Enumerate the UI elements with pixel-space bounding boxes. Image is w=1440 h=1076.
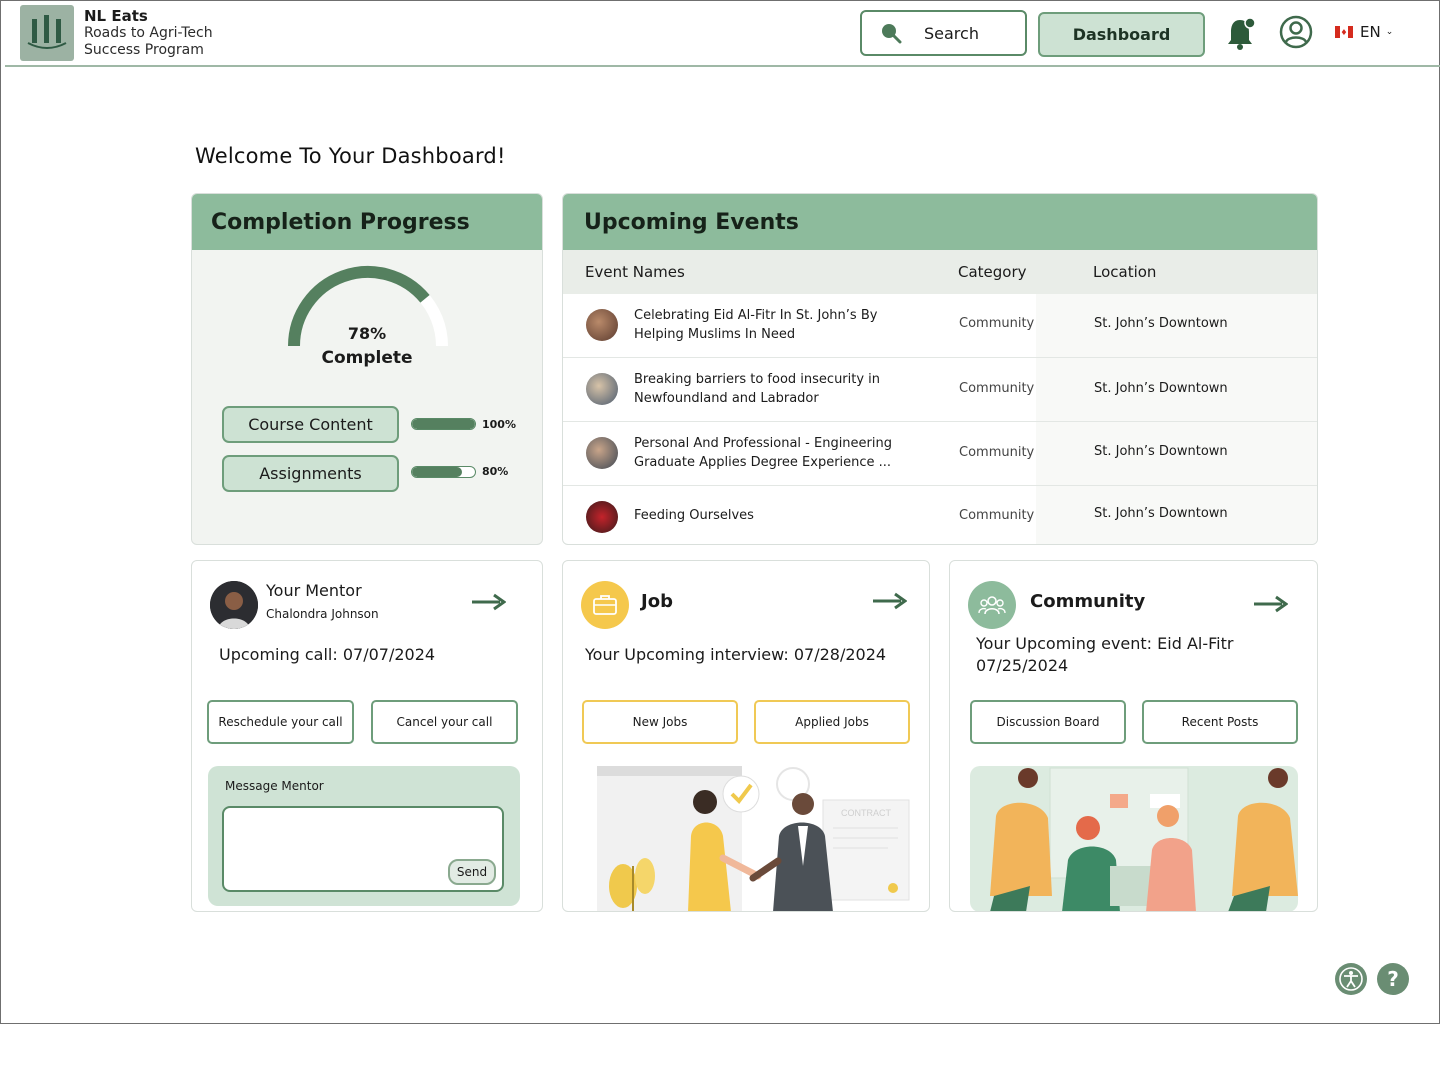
event-name: Celebrating Eid Al-Fitr In St. John’s By… [634,308,878,342]
contract-text: CONTRACT [841,808,891,818]
briefcase-icon [581,581,629,629]
overall-percent: 78% [347,324,387,343]
top-header: NL Eats Roads to Agri-Tech Success Progr… [5,1,1440,67]
reschedule-call-button[interactable]: Reschedule your call [207,700,354,744]
event-name: Feeding Ourselves [634,508,754,523]
app-frame: NL Eats Roads to Agri-Tech Success Progr… [0,0,1440,1024]
user-icon[interactable] [1279,15,1313,49]
events-table-header: Event Names Category Location [563,250,1317,294]
mentor-title: Your Mentor [266,581,362,600]
event-name: Personal And Professional - Engineering … [634,436,892,470]
chevron-down-icon: ⌄ [1385,27,1394,37]
event-location: St. John’s Downtown [1094,444,1228,459]
community-title: Community [1030,591,1146,612]
search-icon [882,24,902,44]
table-row[interactable]: Celebrating Eid Al-Fitr In St. John’s By… [563,294,1317,358]
page-title: Welcome To Your Dashboard! [195,144,506,168]
dashboard-button[interactable]: Dashboard [1038,12,1205,57]
event-thumbnail [586,437,618,469]
search-button[interactable]: Search [860,10,1027,56]
column-location: Location [1093,263,1157,281]
mentor-name: Chalondra Johnson [266,607,379,621]
language-label: EN [1360,23,1381,41]
community-card: Community Your Upcoming event: Eid Al-Fi… [949,560,1318,912]
table-row[interactable]: Feeding Ourselves Community St. John’s D… [563,486,1317,544]
message-mentor-label: Message Mentor [225,779,324,793]
avatar [210,581,258,629]
course-content-percent: 100% [482,418,516,431]
community-upcoming-event: Your Upcoming event: Eid Al-Fitr 07/25/2… [976,634,1234,675]
course-content-bar [411,418,476,430]
event-category: Community [959,381,1035,396]
arrow-right-icon[interactable] [470,593,506,611]
discussion-board-button[interactable]: Discussion Board [970,700,1126,744]
assignments-percent: 80% [482,465,509,478]
logo[interactable] [20,5,74,61]
assignments-button[interactable]: Assignments [222,455,399,492]
job-upcoming-interview: Your Upcoming interview: 07/28/2024 [585,645,887,664]
assignments-bar [411,466,476,478]
language-selector[interactable]: ♦ EN ⌄ [1335,23,1393,41]
event-location: St. John’s Downtown [1094,316,1228,331]
canada-flag-icon: ♦ [1335,26,1353,38]
community-illustration [970,766,1298,911]
assignments-bar-fill [412,467,463,477]
event-category: Community [959,445,1035,460]
send-button[interactable]: Send [448,859,496,885]
column-category: Category [958,263,1027,281]
applied-jobs-button[interactable]: Applied Jobs [754,700,910,744]
accessibility-icon[interactable] [1335,963,1367,995]
search-label: Search [924,23,979,43]
event-location: St. John’s Downtown [1094,506,1228,521]
course-content-button[interactable]: Course Content [222,406,399,443]
upcoming-events-title: Upcoming Events [563,194,1317,250]
brand-block: NL Eats Roads to Agri-Tech Success Progr… [84,8,213,59]
job-card: Job Your Upcoming interview: 07/28/2024 … [562,560,930,912]
brand-subtitle-1: Roads to Agri-Tech [84,25,213,41]
event-thumbnail [586,373,618,405]
people-icon [968,581,1016,629]
new-jobs-button[interactable]: New Jobs [582,700,738,744]
course-content-bar-fill [412,419,475,429]
overall-label: Complete [321,348,413,368]
recent-posts-button[interactable]: Recent Posts [1142,700,1298,744]
completion-progress-card: Completion Progress 78% Complete Course … [191,193,543,545]
event-category: Community [959,508,1035,523]
cancel-call-button[interactable]: Cancel your call [371,700,518,744]
help-button[interactable]: ? [1377,963,1409,995]
message-mentor-panel: Message Mentor Send [208,766,520,906]
handshake-illustration: CONTRACT [597,766,910,911]
upcoming-events-card: Upcoming Events Event Names Category Loc… [562,193,1318,545]
mentor-upcoming-call: Upcoming call: 07/07/2024 [219,645,436,664]
event-thumbnail [586,501,618,533]
table-row[interactable]: Breaking barriers to food insecurity in … [563,358,1317,422]
job-title: Job [641,591,673,612]
event-location: St. John’s Downtown [1094,381,1228,396]
arrow-right-icon[interactable] [1252,595,1288,613]
completion-progress-title: Completion Progress [192,194,542,250]
brand-name: NL Eats [84,7,148,25]
column-event-names: Event Names [585,263,685,281]
event-name: Breaking barriers to food insecurity in … [634,372,881,406]
mentor-card: Your Mentor Chalondra Johnson Upcoming c… [191,560,543,912]
bell-icon[interactable] [1226,16,1256,50]
arrow-right-icon[interactable] [871,592,907,610]
event-category: Community [959,316,1035,331]
event-thumbnail [586,309,618,341]
brand-subtitle-2: Success Program [84,42,204,58]
table-row[interactable]: Personal And Professional - Engineering … [563,422,1317,486]
